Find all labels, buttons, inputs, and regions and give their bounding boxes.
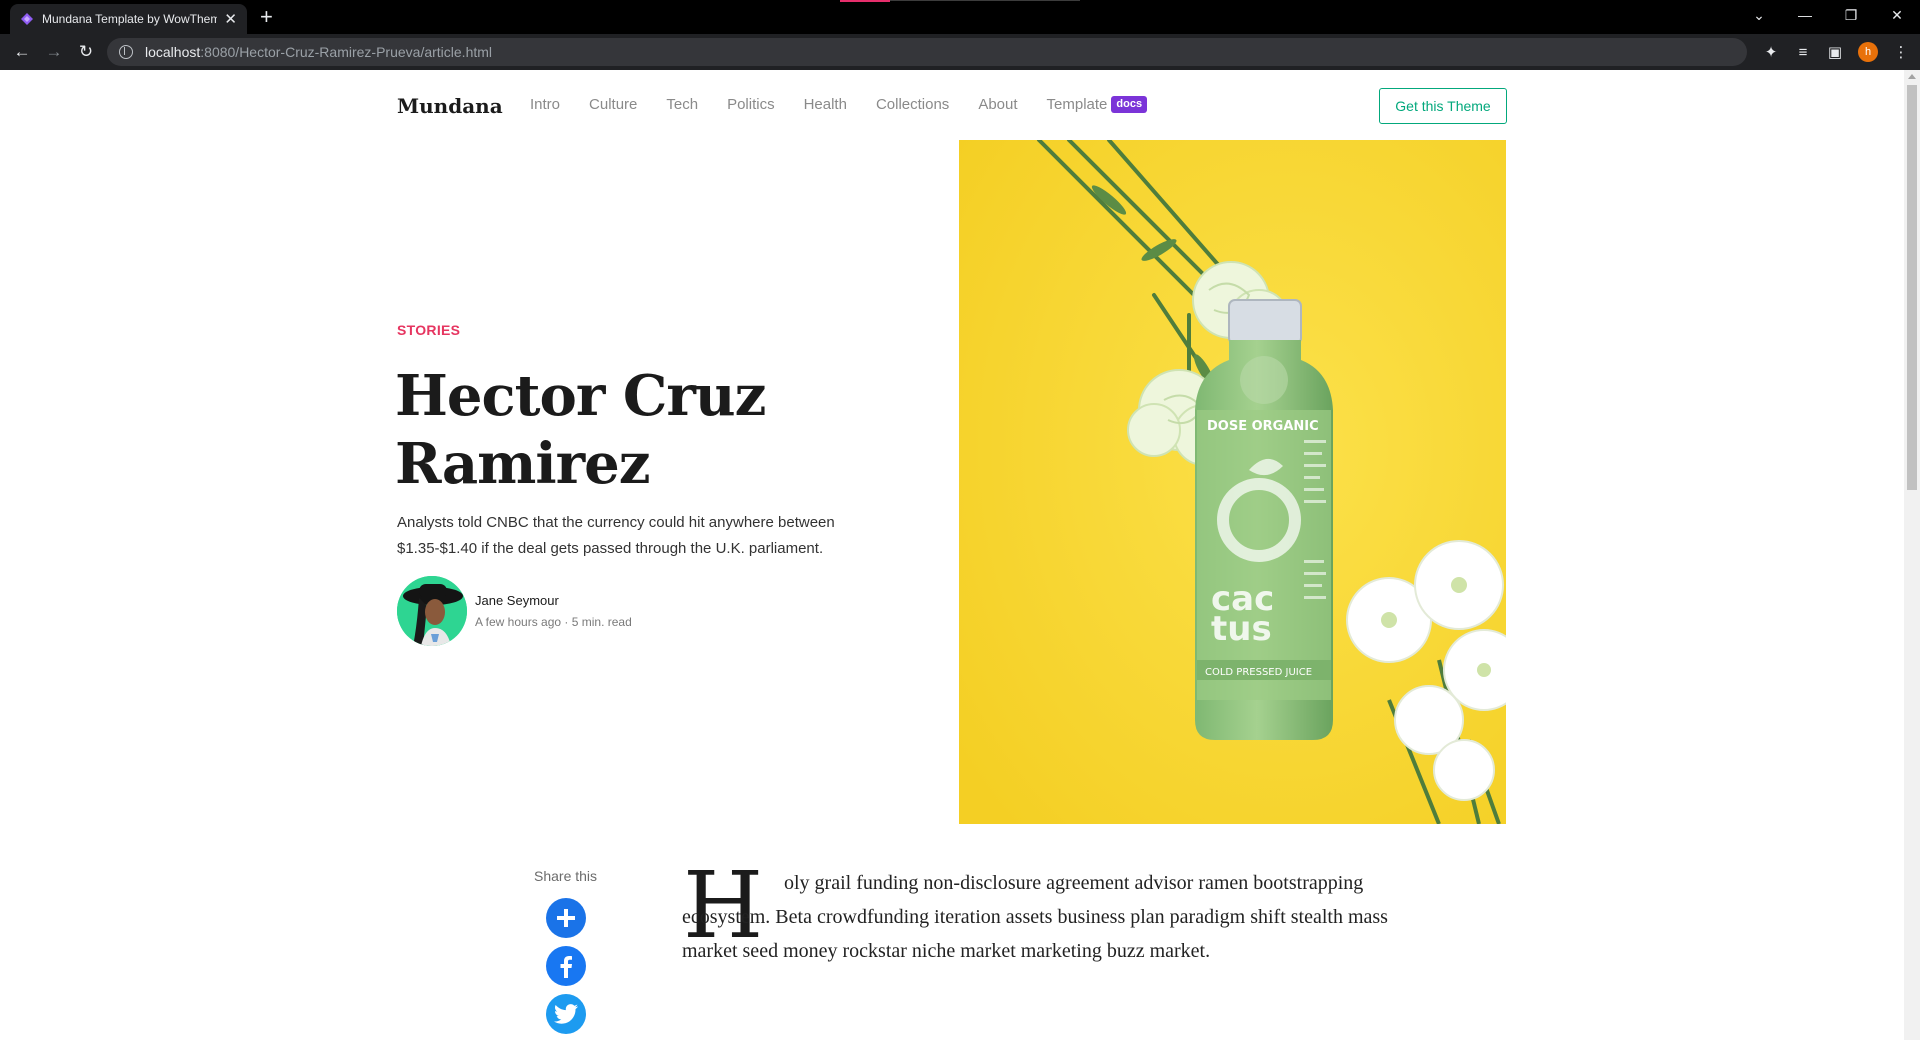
browser-toolbar: ← → ↻ localhost :8080/Hector-Cruz-Ramire… <box>0 34 1920 70</box>
address-bar[interactable]: localhost :8080/Hector-Cruz-Ramirez-Prue… <box>107 38 1747 66</box>
bottle-text-2: tus <box>1211 609 1272 649</box>
tab-search-icon[interactable]: ⌄ <box>1736 7 1782 24</box>
facebook-icon <box>560 956 572 978</box>
article-paragraph: oly grail funding non-disclosure agreeme… <box>682 872 1388 962</box>
nav-item-about[interactable]: About <box>978 96 1017 113</box>
share-label: Share this <box>534 868 598 884</box>
extensions-icon[interactable]: ✦ <box>1762 43 1780 61</box>
author-name[interactable]: Jane Seymour <box>475 593 559 608</box>
twitter-share-button[interactable] <box>546 994 586 1034</box>
get-theme-button[interactable]: Get this Theme <box>1379 88 1507 124</box>
favicon-icon <box>20 12 34 26</box>
bottle-band: COLD PRESSED JUICE <box>1205 667 1312 678</box>
share-plus-icon <box>557 909 575 927</box>
url-path: :8080/Hector-Cruz-Ramirez-Prueva/article… <box>200 44 493 60</box>
author-avatar <box>397 576 467 646</box>
tab-strip-accent <box>840 0 890 2</box>
nav-item-intro[interactable]: Intro <box>530 96 560 113</box>
bottle-brand: DOSE ORGANIC <box>1207 419 1319 434</box>
hero-image: DOSE ORGANIC cac tus COLD PRESSED JUICE <box>959 140 1506 824</box>
restore-icon[interactable]: ❐ <box>1828 7 1874 24</box>
site-nav: Intro Culture Tech Politics Health Colle… <box>530 96 1176 113</box>
nav-item-culture[interactable]: Culture <box>589 96 637 113</box>
media-icon[interactable]: ≡ <box>1794 44 1812 61</box>
article-lead: Analysts told CNBC that the currency cou… <box>397 514 835 557</box>
docs-badge: docs <box>1111 96 1148 113</box>
twitter-icon <box>554 1004 578 1024</box>
nav-item-politics[interactable]: Politics <box>727 96 775 113</box>
tab-title: Mundana Template by WowThemes <box>42 12 217 26</box>
browser-tabbar: Mundana Template by WowThemes ✕ + ⌄ — ❐ … <box>0 0 1920 34</box>
tab-strip-line <box>890 0 1080 1</box>
nav-template-label: Template <box>1046 96 1108 113</box>
profile-avatar[interactable]: h <box>1858 42 1878 62</box>
tab-close-icon[interactable]: ✕ <box>224 12 237 27</box>
site-brand[interactable]: Mundana <box>397 94 503 118</box>
nav-item-tech[interactable]: Tech <box>666 96 698 113</box>
nav-item-health[interactable]: Health <box>804 96 847 113</box>
sidepanel-icon[interactable]: ▣ <box>1826 43 1844 61</box>
nav-item-template[interactable]: Template docs <box>1047 96 1148 113</box>
reload-icon[interactable]: ↻ <box>70 42 102 62</box>
browser-tab[interactable]: Mundana Template by WowThemes ✕ <box>10 4 247 34</box>
url-host: localhost <box>145 44 201 60</box>
window-controls: ⌄ — ❐ ✕ <box>1736 0 1920 30</box>
page-viewport: Mundana Intro Culture Tech Politics Heal… <box>0 70 1904 1040</box>
share-plus-button[interactable] <box>546 898 586 938</box>
close-window-icon[interactable]: ✕ <box>1874 7 1920 24</box>
scroll-thumb[interactable] <box>1907 85 1917 490</box>
site-info-icon[interactable] <box>119 45 133 59</box>
page-scrollbar[interactable] <box>1904 70 1920 1040</box>
article-category[interactable]: STORIES <box>397 322 460 338</box>
new-tab-button[interactable]: + <box>260 4 273 30</box>
minimize-icon[interactable]: — <box>1782 7 1828 23</box>
back-icon[interactable]: ← <box>6 42 38 62</box>
article-meta: A few hours ago · 5 min. read <box>475 615 632 629</box>
menu-icon[interactable]: ⋮ <box>1892 43 1910 61</box>
forward-icon[interactable]: → <box>38 42 70 62</box>
toolbar-actions: ✦ ≡ ▣ h ⋮ <box>1762 34 1910 70</box>
facebook-share-button[interactable] <box>546 946 586 986</box>
scroll-up-icon[interactable] <box>1908 74 1916 79</box>
nav-item-collections[interactable]: Collections <box>876 96 949 113</box>
article-title: Hector Cruz Ramirez <box>395 363 766 497</box>
